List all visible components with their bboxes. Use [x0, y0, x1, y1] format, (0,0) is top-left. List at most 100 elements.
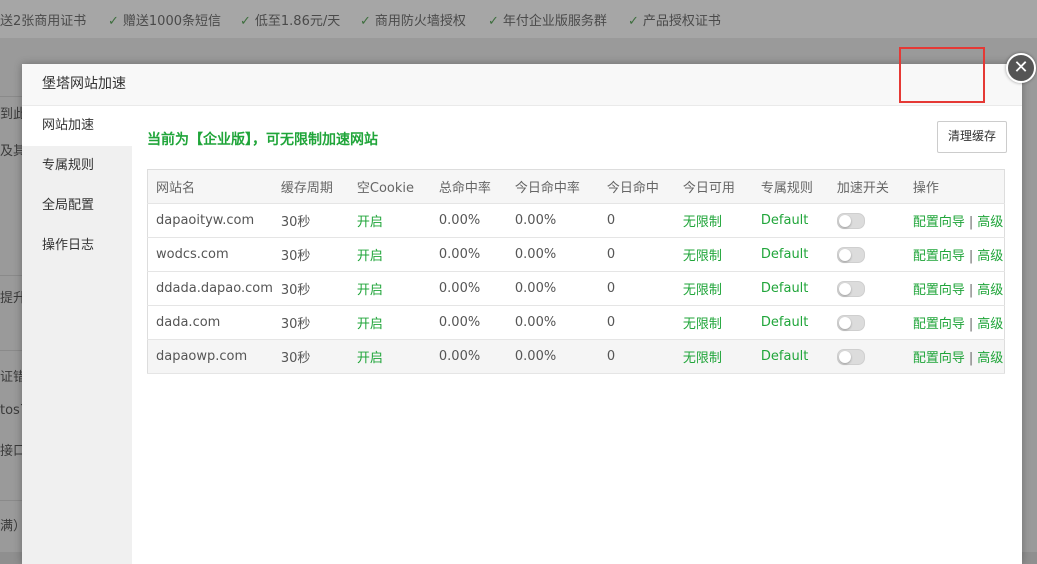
close-icon[interactable]: ✕	[1006, 53, 1036, 83]
config-wizard-link[interactable]: 配置向导	[913, 283, 965, 298]
table-row: wodcs.com 30秒 开启 0.00% 0.00% 0 无限制 Default 配置向导 |…	[147, 237, 1005, 272]
exclusive-rule-link[interactable]: Default	[752, 305, 829, 340]
dialog-sidebar: 网站加速 专属规则 全局配置 操作日志	[22, 106, 132, 564]
edition-notice: 当前为【企业版】，可无限制加速网站	[147, 132, 378, 148]
column-header[interactable]: 总命中率	[430, 169, 507, 204]
column-header[interactable]: 缓存周期	[272, 169, 349, 204]
cache-period-cell: 30秒	[272, 271, 349, 306]
config-wizard-link[interactable]: 配置向导	[913, 317, 965, 332]
exclusive-rule-link[interactable]: Default	[752, 237, 829, 272]
column-header[interactable]: 空Cookie	[348, 169, 431, 204]
today-available-cell: 无限制	[674, 237, 753, 272]
operations-cell: 配置向导 | 高级	[904, 271, 1005, 306]
table-header-row: 网站名 缓存周期 空Cookie 总命中率 今日命中率 今日命中 今日可用 专属…	[147, 169, 1005, 204]
check-icon: ✓	[240, 14, 251, 29]
site-name-cell: ddada.dapao.com	[147, 271, 273, 306]
acceleration-switch-cell	[828, 305, 905, 340]
today-available-cell: 无限制	[674, 305, 753, 340]
advanced-link[interactable]: 高级	[977, 317, 1003, 332]
today-hit-rate-cell: 0.00%	[506, 203, 599, 238]
total-hit-rate-cell: 0.00%	[430, 203, 507, 238]
total-hit-rate-cell: 0.00%	[430, 237, 507, 272]
separator: |	[968, 249, 974, 264]
column-header[interactable]: 今日命中率	[506, 169, 599, 204]
site-acceleration-dialog: 堡塔网站加速 网站加速 专属规则 全局配置 操作日志 当前为【企业版】，可无限制…	[22, 64, 1022, 564]
divider	[0, 96, 22, 97]
table-row: dapaowp.com 30秒 开启 0.00% 0.00% 0 无限制 Default 配置向…	[147, 339, 1005, 374]
today-hit-rate-cell: 0.00%	[506, 305, 599, 340]
column-header[interactable]: 专属规则	[752, 169, 829, 204]
column-header[interactable]: 今日命中	[598, 169, 675, 204]
sidebar-item-global-config[interactable]: 全局配置	[22, 186, 132, 226]
main-panel: 当前为【企业版】，可无限制加速网站 清理缓存 网站名 缓存周期 空Cookie …	[147, 106, 1008, 564]
table-row: dapaoityw.com 30秒 开启 0.00% 0.00% 0 无限制 Default 配…	[147, 203, 1005, 238]
operations-cell: 配置向导 | 高级	[904, 305, 1005, 340]
today-hits-cell: 0	[598, 305, 675, 340]
site-name-cell: dapaoityw.com	[147, 203, 273, 238]
cache-period-cell: 30秒	[272, 305, 349, 340]
acceleration-switch-cell	[828, 203, 905, 238]
separator: |	[968, 317, 974, 332]
column-header[interactable]: 加速开关	[828, 169, 905, 204]
advanced-link[interactable]: 高级	[977, 249, 1003, 264]
check-icon: ✓	[108, 14, 119, 29]
operations-cell: 配置向导 | 高级	[904, 203, 1005, 238]
today-available-cell: 无限制	[674, 339, 753, 374]
promo-item: ✓ 年付企业版服务群	[488, 14, 607, 29]
column-header[interactable]: 操作	[904, 169, 1005, 204]
advanced-link[interactable]: 高级	[977, 215, 1003, 230]
promo-item: 送2张商用证书	[0, 14, 87, 29]
acceleration-toggle[interactable]	[836, 246, 865, 263]
operations-cell: 配置向导 | 高级	[904, 237, 1005, 272]
column-header[interactable]: 今日可用	[674, 169, 753, 204]
exclusive-rule-link[interactable]: Default	[752, 203, 829, 238]
acceleration-toggle[interactable]	[836, 212, 865, 229]
cache-period-cell: 30秒	[272, 237, 349, 272]
sidebar-item-operation-log[interactable]: 操作日志	[22, 226, 132, 266]
acceleration-toggle[interactable]	[836, 348, 865, 365]
today-available-cell: 无限制	[674, 271, 753, 306]
cache-period-cell: 30秒	[272, 339, 349, 374]
acceleration-switch-cell	[828, 271, 905, 306]
clear-cache-button[interactable]: 清理缓存	[937, 121, 1007, 153]
separator: |	[968, 351, 974, 366]
today-hit-rate-cell: 0.00%	[506, 339, 599, 374]
total-hit-rate-cell: 0.00%	[430, 271, 507, 306]
acceleration-switch-cell	[828, 237, 905, 272]
sidebar-item-exclusive-rules[interactable]: 专属规则	[22, 146, 132, 186]
today-hits-cell: 0	[598, 203, 675, 238]
divider	[0, 275, 22, 276]
today-available-cell: 无限制	[674, 203, 753, 238]
exclusive-rule-link[interactable]: Default	[752, 271, 829, 306]
acceleration-toggle[interactable]	[836, 280, 865, 297]
promo-item: ✓ 赠送1000条短信	[108, 14, 221, 29]
column-header[interactable]: 网站名	[147, 169, 273, 204]
empty-cookie-cell: 开启	[348, 305, 431, 340]
sidebar-item-site-acceleration[interactable]: 网站加速	[22, 106, 132, 146]
acceleration-toggle[interactable]	[836, 314, 865, 331]
config-wizard-link[interactable]: 配置向导	[913, 249, 965, 264]
site-name-cell: dada.com	[147, 305, 273, 340]
advanced-link[interactable]: 高级	[977, 283, 1003, 298]
site-name-cell: dapaowp.com	[147, 339, 273, 374]
empty-cookie-cell: 开启	[348, 271, 431, 306]
promo-item: ✓ 低至1.86元/天	[240, 14, 341, 29]
site-table: 网站名 缓存周期 空Cookie 总命中率 今日命中率 今日命中 今日可用 专属…	[147, 169, 1005, 374]
acceleration-switch-cell	[828, 339, 905, 374]
config-wizard-link[interactable]: 配置向导	[913, 215, 965, 230]
today-hit-rate-cell: 0.00%	[506, 237, 599, 272]
promo-item: ✓ 产品授权证书	[628, 14, 721, 29]
exclusive-rule-link[interactable]: Default	[752, 339, 829, 374]
separator: |	[968, 215, 974, 230]
site-name-cell: wodcs.com	[147, 237, 273, 272]
total-hit-rate-cell: 0.00%	[430, 305, 507, 340]
config-wizard-link[interactable]: 配置向导	[913, 351, 965, 366]
divider	[0, 500, 22, 501]
check-icon: ✓	[488, 14, 499, 29]
advanced-link[interactable]: 高级	[977, 351, 1003, 366]
today-hit-rate-cell: 0.00%	[506, 271, 599, 306]
table-row: dada.com 30秒 开启 0.00% 0.00% 0 无限制 Default 配置向导 | 高…	[147, 305, 1005, 340]
check-icon: ✓	[360, 14, 371, 29]
check-icon: ✓	[628, 14, 639, 29]
divider	[0, 350, 22, 351]
